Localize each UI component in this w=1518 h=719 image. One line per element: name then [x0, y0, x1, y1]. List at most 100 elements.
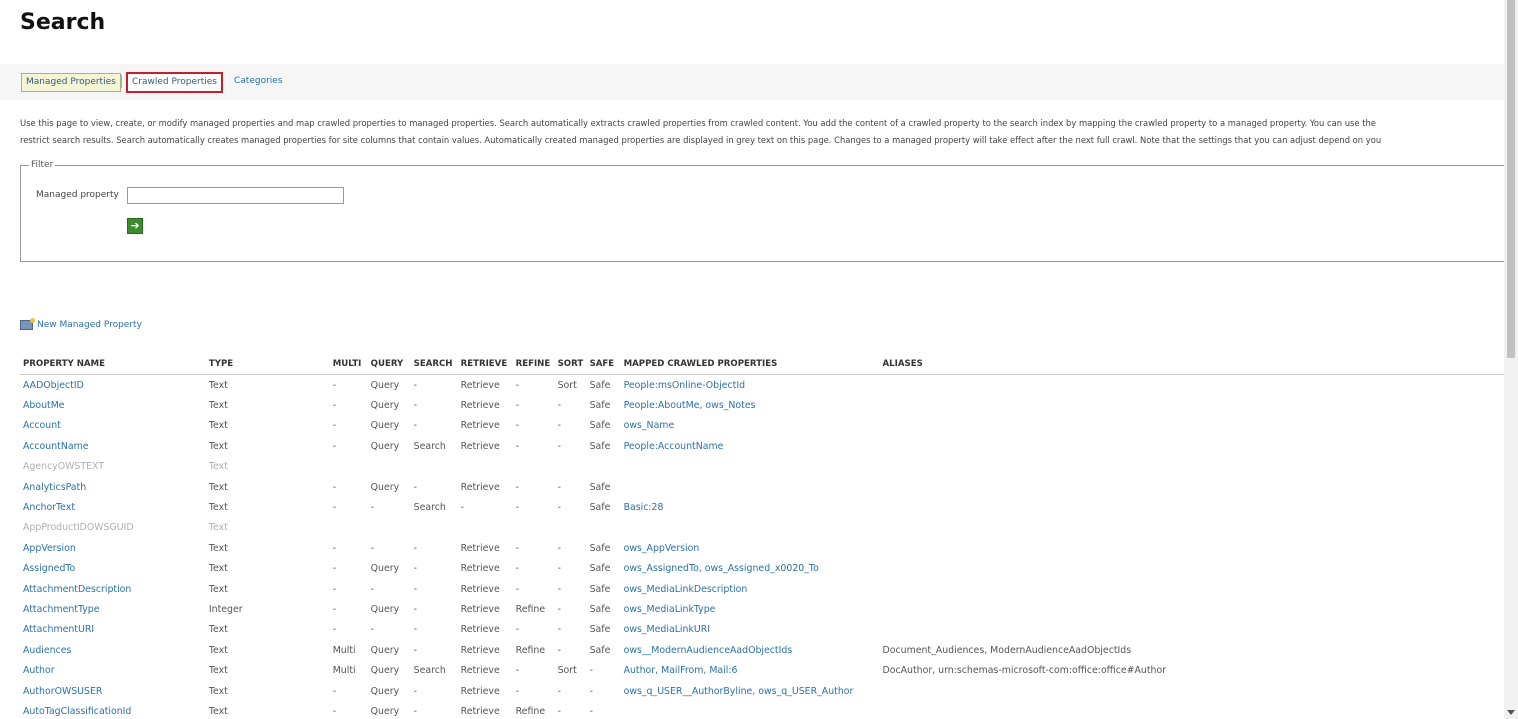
- scroll-down-icon[interactable]: [1507, 710, 1515, 715]
- vertical-scrollbar[interactable]: [1504, 0, 1518, 719]
- cell-sort: -: [557, 685, 561, 697]
- new-managed-property-link[interactable]: New Managed Property: [20, 318, 142, 330]
- cell-aliases: [880, 518, 1504, 538]
- cell-sort: -: [557, 440, 561, 452]
- tab-managed-properties[interactable]: Managed Properties: [21, 73, 121, 92]
- cell-aliases: [880, 538, 1504, 558]
- property-name-link[interactable]: AutoTagClassificationId: [20, 701, 206, 719]
- cell-query: Query: [370, 563, 400, 575]
- cell-refine: -: [515, 563, 520, 575]
- table-row: AnchorText Text - - Search - - - Safe Basic:28: [20, 497, 1504, 517]
- scrollbar-thumb[interactable]: [1507, 0, 1515, 358]
- cell-safe: Safe: [589, 644, 611, 656]
- property-name-link[interactable]: AnchorText: [20, 497, 206, 517]
- property-name-link[interactable]: AttachmentURI: [20, 620, 206, 640]
- cell-sort: -: [557, 400, 561, 412]
- cell-type: Text: [208, 522, 228, 534]
- property-name-link[interactable]: AboutMe: [20, 395, 206, 415]
- tab-categories[interactable]: Categories: [230, 73, 287, 90]
- tab-crawled-properties[interactable]: Crawled Properties: [126, 72, 223, 93]
- cell-retrieve: Retrieve: [460, 420, 500, 432]
- table-header-row: PROPERTY NAME TYPE MULTI QUERY SEARCH RETRIEV…: [20, 354, 1504, 375]
- filter-legend: Filter: [31, 160, 54, 170]
- table-body: AADObjectID Text - Query - Retrieve - Sort Safe P…: [20, 375, 1504, 719]
- cell-refine: -: [515, 624, 520, 636]
- cell-multi: -: [332, 563, 337, 575]
- table-row: Audiences Text Multi Query - Retrieve Refine - S…: [20, 640, 1504, 660]
- table-row: AttachmentURI Text - - - Retrieve - - Safe ows_Me…: [20, 620, 1504, 640]
- property-name-link[interactable]: AssignedTo: [20, 559, 206, 579]
- cell-search: -: [413, 481, 418, 493]
- cell-aliases: [880, 620, 1504, 640]
- managed-property-label: Managed property: [36, 190, 119, 200]
- property-name-link[interactable]: AgencyOWSTEXT: [20, 457, 206, 477]
- cell-search: -: [413, 400, 418, 412]
- cell-retrieve: Retrieve: [460, 665, 500, 677]
- cell-sort: Sort: [557, 665, 577, 677]
- cell-search: -: [413, 603, 418, 615]
- cell-query: -: [370, 583, 375, 595]
- cell-safe: Safe: [589, 481, 611, 493]
- cell-multi: Multi: [332, 644, 356, 656]
- cell-refine: -: [515, 665, 520, 677]
- cell-retrieve: Retrieve: [460, 685, 500, 697]
- cell-multi: -: [332, 440, 337, 452]
- property-name-link[interactable]: AttachmentType: [20, 599, 206, 619]
- go-button[interactable]: ➔: [127, 218, 143, 234]
- cell-refine: Refine: [515, 705, 546, 717]
- property-name-link[interactable]: AuthorOWSUSER: [20, 681, 206, 701]
- cell-query: -: [370, 542, 375, 554]
- cell-retrieve: Retrieve: [460, 644, 500, 656]
- table-row: AuthorOWSUSER Text - Query - Retrieve - - - ows_q…: [20, 681, 1504, 701]
- cell-sort: [555, 518, 587, 538]
- cell-query: -: [370, 502, 375, 514]
- cell-query: Query: [370, 685, 400, 697]
- column-header: SAFE: [586, 354, 621, 375]
- cell-sort: -: [557, 502, 561, 514]
- table-row: AgencyOWSTEXT Text: [20, 457, 1504, 477]
- property-name-link[interactable]: AccountName: [20, 436, 206, 456]
- cell-search: Search: [413, 440, 446, 452]
- cell-retrieve: Retrieve: [460, 481, 500, 493]
- cell-search: Search: [413, 502, 446, 514]
- property-name-link[interactable]: AADObjectID: [20, 375, 206, 396]
- cell-safe: [587, 457, 621, 477]
- property-name-link[interactable]: Author: [20, 660, 206, 680]
- mapped-crawled-properties: [621, 701, 880, 719]
- cell-aliases: DocAuthor, urn:schemas-microsoft-com:off…: [882, 665, 1167, 677]
- new-item-icon: [20, 318, 35, 330]
- cell-safe: -: [589, 705, 593, 717]
- cell-type: Text: [208, 624, 228, 636]
- cell-search: -: [413, 644, 418, 656]
- cell-multi: [330, 518, 368, 538]
- cell-query: Query: [370, 400, 400, 412]
- cell-refine: Refine: [515, 644, 546, 656]
- cell-query: Query: [370, 665, 400, 677]
- new-managed-property-label: New Managed Property: [37, 320, 142, 330]
- cell-type: Text: [208, 400, 228, 412]
- cell-sort: -: [557, 542, 561, 554]
- cell-multi: -: [332, 379, 337, 391]
- cell-search: -: [413, 583, 418, 595]
- cell-search: -: [413, 705, 418, 717]
- cell-multi: -: [332, 705, 337, 717]
- cell-refine: [513, 518, 555, 538]
- cell-query: [368, 457, 411, 477]
- managed-property-input[interactable]: [127, 187, 344, 204]
- cell-multi: -: [332, 481, 337, 493]
- property-name-link[interactable]: Account: [20, 416, 206, 436]
- managed-properties-table: PROPERTY NAME TYPE MULTI QUERY SEARCH RETRIEV…: [20, 354, 1504, 719]
- cell-refine: -: [515, 400, 520, 412]
- property-name-link[interactable]: AppVersion: [20, 538, 206, 558]
- property-name-link[interactable]: AppProductIDOWSGUID: [20, 518, 206, 538]
- mapped-crawled-properties: ows_MediaLinkDescription: [623, 583, 748, 595]
- property-name-link[interactable]: AttachmentDescription: [20, 579, 206, 599]
- property-name-link[interactable]: Audiences: [20, 640, 206, 660]
- property-name-link[interactable]: AnalyticsPath: [20, 477, 206, 497]
- description-line: restrict search results. Search automati…: [20, 135, 1382, 145]
- cell-aliases: [880, 477, 1504, 497]
- cell-aliases: [880, 579, 1504, 599]
- cell-search: [411, 457, 458, 477]
- cell-sort: [555, 457, 587, 477]
- mapped-crawled-properties: Basic:28: [623, 502, 664, 514]
